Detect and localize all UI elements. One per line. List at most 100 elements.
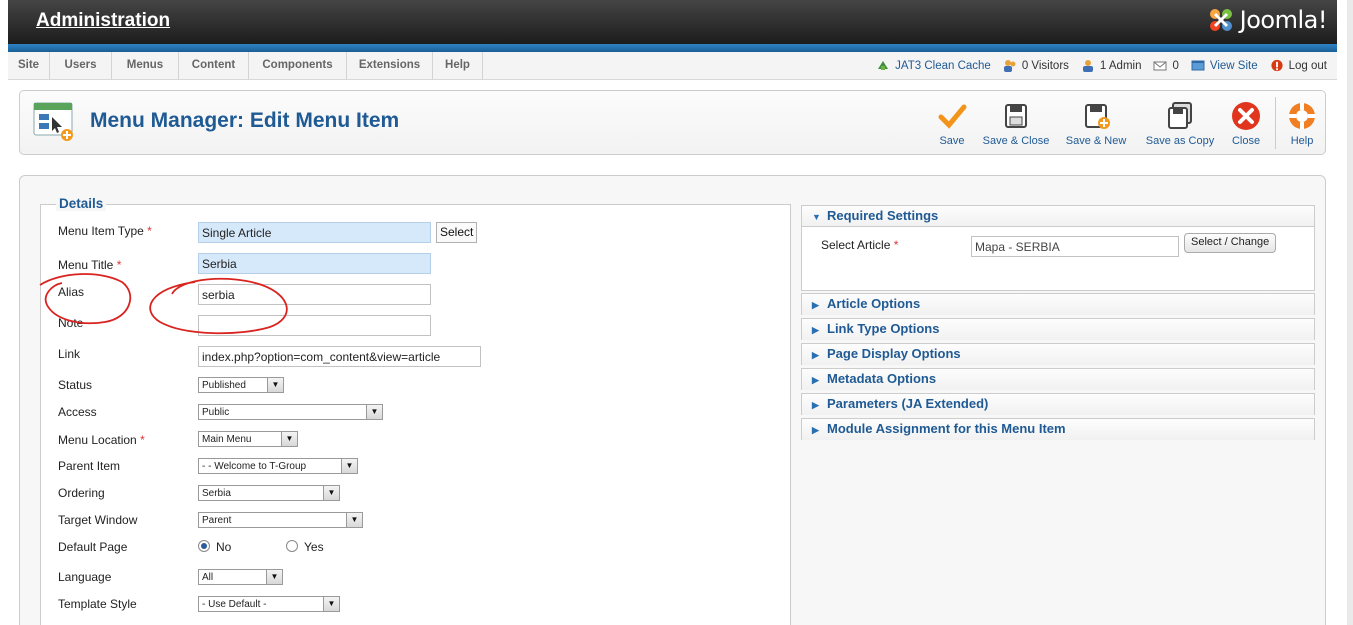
link-type-options-panel[interactable]: ▶ Link Type Options xyxy=(801,318,1315,340)
article-options-panel[interactable]: ▶ Article Options xyxy=(801,293,1315,315)
link-input[interactable]: index.php?option=com_content&view=articl… xyxy=(198,346,481,367)
collapsed-triangle-icon: ▶ xyxy=(812,300,819,310)
admin-header: Administration Joomla! xyxy=(8,0,1337,44)
messages-icon xyxy=(1153,61,1167,71)
toolbar-box: Menu Manager: Edit Menu Item Save Save &… xyxy=(19,90,1326,155)
chevron-down-icon: ▼ xyxy=(366,405,382,419)
admin-icon xyxy=(1082,60,1093,72)
page-title: Menu Manager: Edit Menu Item xyxy=(90,109,400,132)
page-display-options-panel[interactable]: ▶ Page Display Options xyxy=(801,343,1315,365)
metadata-options-panel[interactable]: ▶ Metadata Options xyxy=(801,368,1315,390)
menu-help[interactable]: Help xyxy=(433,52,483,79)
toolbar-separator xyxy=(1275,97,1276,149)
menu-location-label: Menu Location * xyxy=(58,433,145,447)
status-select[interactable]: Published ▼ xyxy=(198,377,284,393)
menu-item-type-label-text: Menu Item Type xyxy=(58,224,144,238)
joomla-logo-icon xyxy=(1209,9,1232,31)
expanded-triangle-icon: ▼ xyxy=(812,212,821,222)
ordering-select[interactable]: Serbia ▼ xyxy=(198,485,340,501)
header-accent-bar xyxy=(8,44,1337,52)
default-page-yes-label: Yes xyxy=(304,540,324,554)
chevron-down-icon: ▼ xyxy=(323,486,339,500)
menu-location-select-value: Main Menu xyxy=(202,434,252,445)
menu-item-type-label: Menu Item Type * xyxy=(58,224,152,238)
required-star: * xyxy=(140,433,145,447)
logout-link[interactable]: Log out xyxy=(1270,59,1327,72)
required-star: * xyxy=(116,258,122,272)
cache-link[interactable]: JAT3 Clean Cache xyxy=(876,59,991,72)
access-select[interactable]: Public ▼ xyxy=(198,404,383,420)
save-new-button[interactable]: Save & New xyxy=(1062,91,1130,154)
target-window-select[interactable]: Parent ▼ xyxy=(198,512,363,528)
view-site-label: View Site xyxy=(1209,59,1258,72)
alias-input[interactable]: serbia xyxy=(198,284,431,305)
menu-manager-icon xyxy=(33,102,73,141)
close-label: Close xyxy=(1231,135,1261,147)
save-copy-button[interactable]: Save as Copy xyxy=(1140,91,1220,154)
select-change-button[interactable]: Select / Change xyxy=(1184,233,1277,253)
messages-status[interactable]: 0 xyxy=(1153,59,1179,72)
details-legend: Details xyxy=(56,196,107,211)
default-page-no-label: No xyxy=(216,540,232,554)
view-site-link[interactable]: View Site xyxy=(1191,59,1258,72)
chevron-down-icon: ▼ xyxy=(266,570,282,584)
save-new-label: Save & New xyxy=(1065,135,1127,147)
parent-item-select[interactable]: - - Welcome to T-Group ▼ xyxy=(198,458,358,474)
language-select[interactable]: All ▼ xyxy=(198,569,283,585)
menu-title-label-text: Menu Title xyxy=(58,258,114,272)
save-close-button[interactable]: Save & Close xyxy=(980,91,1052,154)
menu-users[interactable]: Users xyxy=(50,52,112,79)
collapsed-triangle-icon: ▶ xyxy=(812,350,819,360)
save-new-icon xyxy=(1085,104,1110,129)
page-display-options-title: Page Display Options xyxy=(827,346,961,361)
ordering-select-value: Serbia xyxy=(202,488,231,499)
article-options-title: Article Options xyxy=(827,296,921,311)
template-style-select[interactable]: - Use Default - ▼ xyxy=(198,596,340,612)
link-type-options-title: Link Type Options xyxy=(827,321,940,336)
help-label: Help xyxy=(1290,135,1314,147)
logout-label: Log out xyxy=(1288,59,1327,72)
joomla-logo-text: Joomla! xyxy=(1239,6,1328,34)
access-select-value: Public xyxy=(202,407,230,418)
menu-site[interactable]: Site xyxy=(8,52,50,79)
collapsed-triangle-icon: ▶ xyxy=(812,325,819,335)
admin-title-link[interactable]: Administration xyxy=(36,10,170,32)
note-label: Note xyxy=(58,316,84,330)
help-button[interactable]: Help xyxy=(1282,91,1322,154)
required-settings-title: Required Settings xyxy=(827,208,939,223)
select-article-label-text: Select Article xyxy=(821,238,891,252)
menu-extensions[interactable]: Extensions xyxy=(347,52,433,79)
menu-title-input[interactable]: Serbia xyxy=(198,253,431,274)
note-input[interactable] xyxy=(198,315,431,336)
menu-menus[interactable]: Menus xyxy=(112,52,179,79)
metadata-options-title: Metadata Options xyxy=(827,371,937,386)
language-label: Language xyxy=(58,570,112,584)
chevron-down-icon: ▼ xyxy=(323,597,339,611)
close-button[interactable]: Close xyxy=(1226,91,1266,154)
chevron-down-icon: ▼ xyxy=(267,378,283,392)
access-label: Access xyxy=(58,405,97,419)
required-settings-header[interactable]: ▼ Required Settings xyxy=(802,206,1314,227)
status-area: JAT3 Clean Cache 0 Visitors 1 Admin 0 Vi… xyxy=(864,52,1327,79)
parent-item-select-value: - - Welcome to T-Group xyxy=(202,461,307,472)
default-page-no-radio[interactable] xyxy=(198,540,210,552)
admin-status: 1 Admin xyxy=(1081,59,1141,72)
save-button[interactable]: Save xyxy=(928,91,976,154)
save-copy-label: Save as Copy xyxy=(1145,135,1215,147)
view-site-icon xyxy=(1191,60,1205,71)
window-scrollbar[interactable] xyxy=(1347,0,1353,625)
module-assignment-panel[interactable]: ▶ Module Assignment for this Menu Item xyxy=(801,418,1315,440)
parameters-panel[interactable]: ▶ Parameters (JA Extended) xyxy=(801,393,1315,415)
default-page-yes-radio[interactable] xyxy=(286,540,298,552)
template-style-label: Template Style xyxy=(58,597,137,611)
menu-location-select[interactable]: Main Menu ▼ xyxy=(198,431,298,447)
module-assignment-title: Module Assignment for this Menu Item xyxy=(827,421,1066,436)
menu-content[interactable]: Content xyxy=(179,52,249,79)
template-style-select-value: - Use Default - xyxy=(202,599,267,610)
ordering-label: Ordering xyxy=(58,486,105,500)
menu-components[interactable]: Components xyxy=(249,52,347,79)
select-article-label: Select Article * xyxy=(821,238,898,252)
target-window-label: Target Window xyxy=(58,513,138,527)
visitors-label: 0 Visitors xyxy=(1021,59,1069,72)
menu-item-type-select-button[interactable]: Select xyxy=(436,222,478,243)
